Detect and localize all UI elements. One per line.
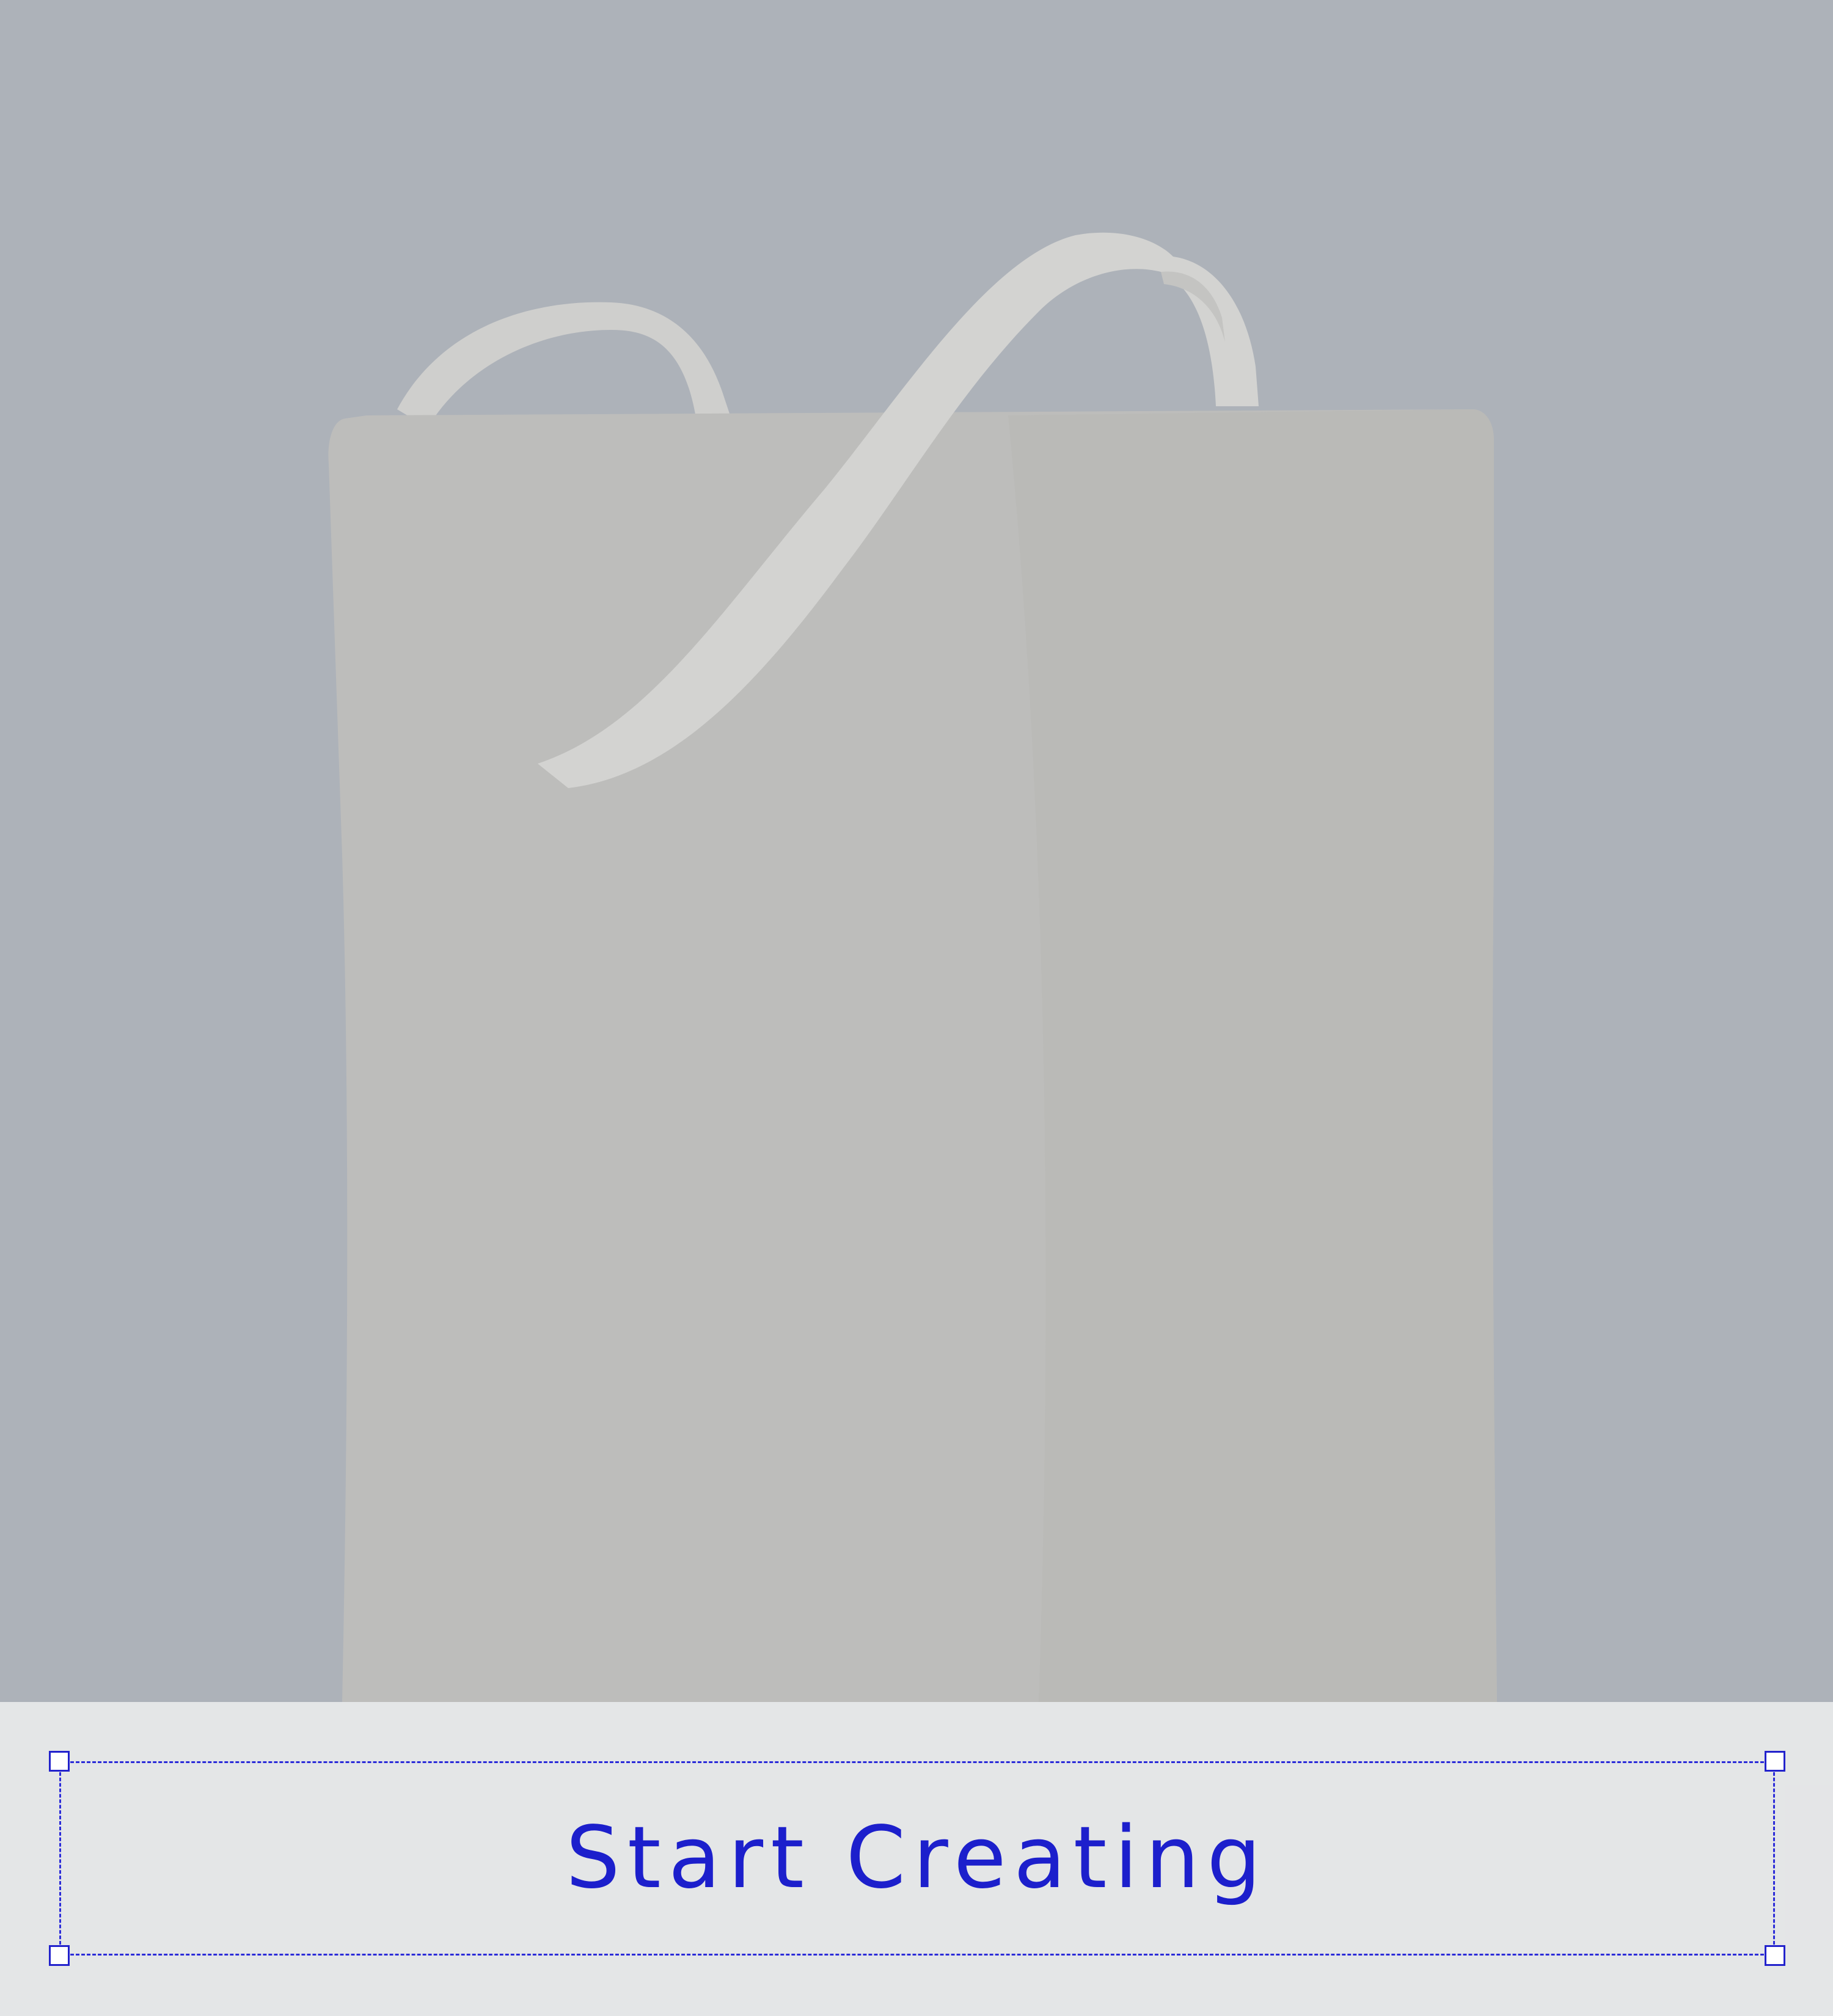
start-creating-button[interactable]: Start Creating — [61, 1816, 1773, 1901]
tote-bag-body-shade — [1008, 409, 1497, 1702]
tote-bag-back-handle — [397, 302, 730, 428]
resize-handle-bottom-right[interactable] — [1765, 1945, 1785, 1966]
cta-selection-box[interactable]: Start Creating — [49, 1751, 1785, 1966]
resize-handle-top-right[interactable] — [1765, 1751, 1785, 1772]
resize-handle-top-left[interactable] — [49, 1751, 70, 1772]
resize-handle-bottom-left[interactable] — [49, 1945, 70, 1966]
design-canvas: Start Creating — [0, 0, 1833, 2016]
